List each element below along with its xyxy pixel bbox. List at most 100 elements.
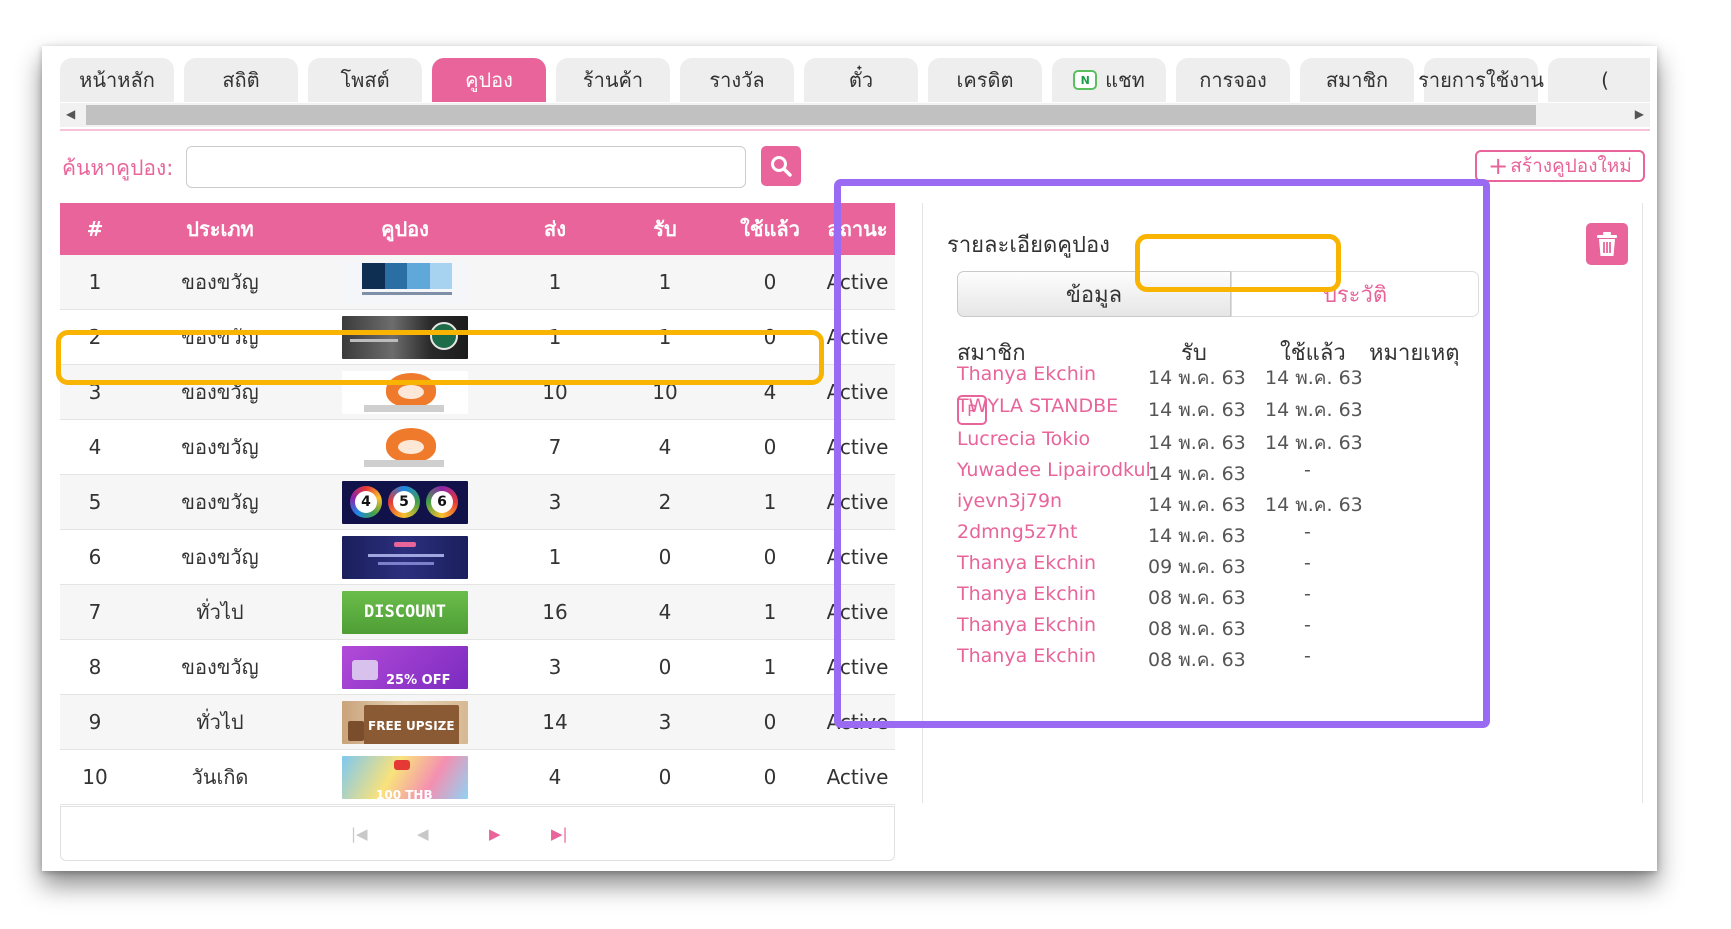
table-row[interactable]: 10 วันเกิด 100 THB 4 0 0 Active: [60, 750, 895, 805]
scrollbar-thumb[interactable]: [86, 105, 1536, 125]
tab-4[interactable]: ร้านค้า: [556, 58, 670, 102]
tab-label: แชท: [1105, 68, 1145, 92]
tab-2[interactable]: โพสต์: [308, 58, 422, 102]
tab-6[interactable]: ตั๋ว: [804, 58, 918, 102]
row-sent: 14: [542, 710, 568, 734]
coupon-image-text: 100 THB: [376, 788, 433, 799]
tab-5[interactable]: รางวัล: [680, 58, 794, 102]
tab-label: สถิติ: [222, 68, 260, 92]
tab-8[interactable]: N แชท: [1052, 58, 1166, 102]
coupon-image: FREE UPSIZE: [342, 700, 468, 744]
scroll-left-icon[interactable]: ◀: [66, 107, 75, 121]
last-page-icon[interactable]: ▶|: [551, 825, 568, 843]
row-type: ของขวัญ: [181, 545, 259, 569]
highlight-row-3: [56, 330, 824, 385]
row-number: 10: [82, 765, 108, 789]
row-received: 3: [658, 710, 672, 734]
row-used: 0: [763, 545, 777, 569]
row-type: ของขวัญ: [181, 270, 259, 294]
tab-label: คูปอง: [465, 68, 513, 92]
scroll-right-icon[interactable]: ▶: [1635, 107, 1644, 121]
row-sent: 3: [548, 490, 562, 514]
search-input[interactable]: [186, 146, 746, 188]
highlight-history-tab: [1135, 234, 1341, 292]
row-sent: 7: [548, 435, 562, 459]
chat-icon: N: [1073, 70, 1098, 90]
table-row[interactable]: 7 ทั่วไป DISCOUNT 16 4 1 Active: [60, 585, 895, 640]
coupon-table: # ประเภท คูปอง ส่ง รับ ใช้แล้ว สถานะ 1 ของขวัญ 1…: [60, 203, 895, 861]
row-type: วันเกิด: [191, 765, 249, 789]
row-type: ของขวัญ: [181, 435, 259, 459]
column-header: ประเภท: [186, 217, 254, 241]
row-type: ของขวัญ: [181, 655, 259, 679]
row-coupon-cell: FREE UPSIZE: [310, 695, 500, 749]
row-received: 4: [658, 600, 672, 624]
tab-label: รายการใช้งาน: [1418, 68, 1544, 92]
tab-0[interactable]: หน้าหลัก: [60, 58, 174, 102]
create-coupon-label: สร้างคูปองใหม่: [1510, 155, 1632, 177]
tab-3[interactable]: คูปอง: [432, 58, 546, 102]
tab-bar: หน้าหลัก สถิติ โพสต์ คูปอง ร้านค้า รางวัล ตั๋ว…: [60, 58, 1650, 102]
row-used: 0: [763, 765, 777, 789]
first-page-icon[interactable]: |◀: [351, 825, 368, 843]
row-number: 8: [88, 655, 102, 679]
row-used: 0: [763, 270, 777, 294]
tab-9[interactable]: การจอง: [1176, 58, 1290, 102]
coupon-image: 456: [342, 480, 468, 524]
row-sent: 3: [548, 655, 562, 679]
next-page-icon[interactable]: ▶: [489, 825, 501, 843]
row-received: 4: [658, 435, 672, 459]
tab-7[interactable]: เครดิต: [928, 58, 1042, 102]
tab-1[interactable]: สถิติ: [184, 58, 298, 102]
row-used: 0: [763, 435, 777, 459]
row-used: 1: [763, 600, 777, 624]
row-sent: 1: [548, 545, 562, 569]
row-number: 4: [88, 435, 102, 459]
row-number: 9: [88, 710, 102, 734]
table-header: # ประเภท คูปอง ส่ง รับ ใช้แล้ว สถานะ: [60, 203, 895, 255]
coupon-image-text: FREE UPSIZE: [364, 704, 459, 744]
tab-label: ตั๋ว: [848, 68, 874, 92]
coupon-image: 100 THB: [342, 755, 468, 799]
tab-underline: [60, 129, 1650, 131]
row-received: 0: [658, 765, 672, 789]
row-received: 0: [658, 545, 672, 569]
table-row[interactable]: 8 ของขวัญ 25% OFF 3 0 1 Active: [60, 640, 895, 695]
coupon-image: [342, 535, 468, 579]
row-coupon-cell: 100 THB: [310, 750, 500, 804]
delete-button[interactable]: [1586, 223, 1628, 265]
row-sent: 16: [542, 600, 568, 624]
search-label: ค้นหาคูปอง:: [62, 156, 174, 180]
tab-12[interactable]: (: [1548, 58, 1650, 102]
tab-11[interactable]: รายการใช้งาน: [1418, 58, 1544, 102]
row-coupon-cell: 456: [310, 475, 500, 529]
tab-label: ร้านค้า: [582, 68, 644, 92]
row-type: ของขวัญ: [181, 490, 259, 514]
prev-page-icon[interactable]: ◀: [417, 825, 429, 843]
row-number: 1: [88, 270, 102, 294]
table-row[interactable]: 6 ของขวัญ 1 0 0 Active: [60, 530, 895, 585]
table-row[interactable]: 9 ทั่วไป FREE UPSIZE 14 3 0 Active: [60, 695, 895, 750]
row-type: ทั่วไป: [196, 710, 244, 734]
row-used: 1: [763, 655, 777, 679]
row-coupon-cell: [310, 420, 500, 474]
table-row[interactable]: 4 ของขวัญ 7 4 0 Active: [60, 420, 895, 475]
table-row[interactable]: 1 ของขวัญ 1 1 0 Active: [60, 255, 895, 310]
row-used: 1: [763, 490, 777, 514]
table-row[interactable]: 5 ของขวัญ 4 5 6 3 2 1 Active: [60, 475, 895, 530]
row-number: 6: [88, 545, 102, 569]
search-button[interactable]: [761, 146, 801, 186]
row-received: 2: [658, 490, 672, 514]
plus-icon: +: [1488, 152, 1509, 180]
search-icon: [771, 156, 792, 177]
tab-10[interactable]: สมาชิก: [1300, 58, 1414, 102]
row-coupon-cell: 25% OFF: [310, 640, 500, 694]
tab-label: สมาชิก: [1325, 68, 1389, 92]
coupon-image-text: DISCOUNT: [364, 602, 446, 622]
tab-scrollbar[interactable]: ◀ ▶: [60, 103, 1650, 127]
row-number: 5: [88, 490, 102, 514]
create-coupon-button[interactable]: + สร้างคูปองใหม่: [1475, 150, 1645, 182]
row-type: ทั่วไป: [196, 600, 244, 624]
screenshot-stage: หน้าหลัก สถิติ โพสต์ คูปอง ร้านค้า รางวัล ตั๋ว…: [0, 0, 1731, 929]
row-coupon-cell: DISCOUNT: [310, 585, 500, 639]
